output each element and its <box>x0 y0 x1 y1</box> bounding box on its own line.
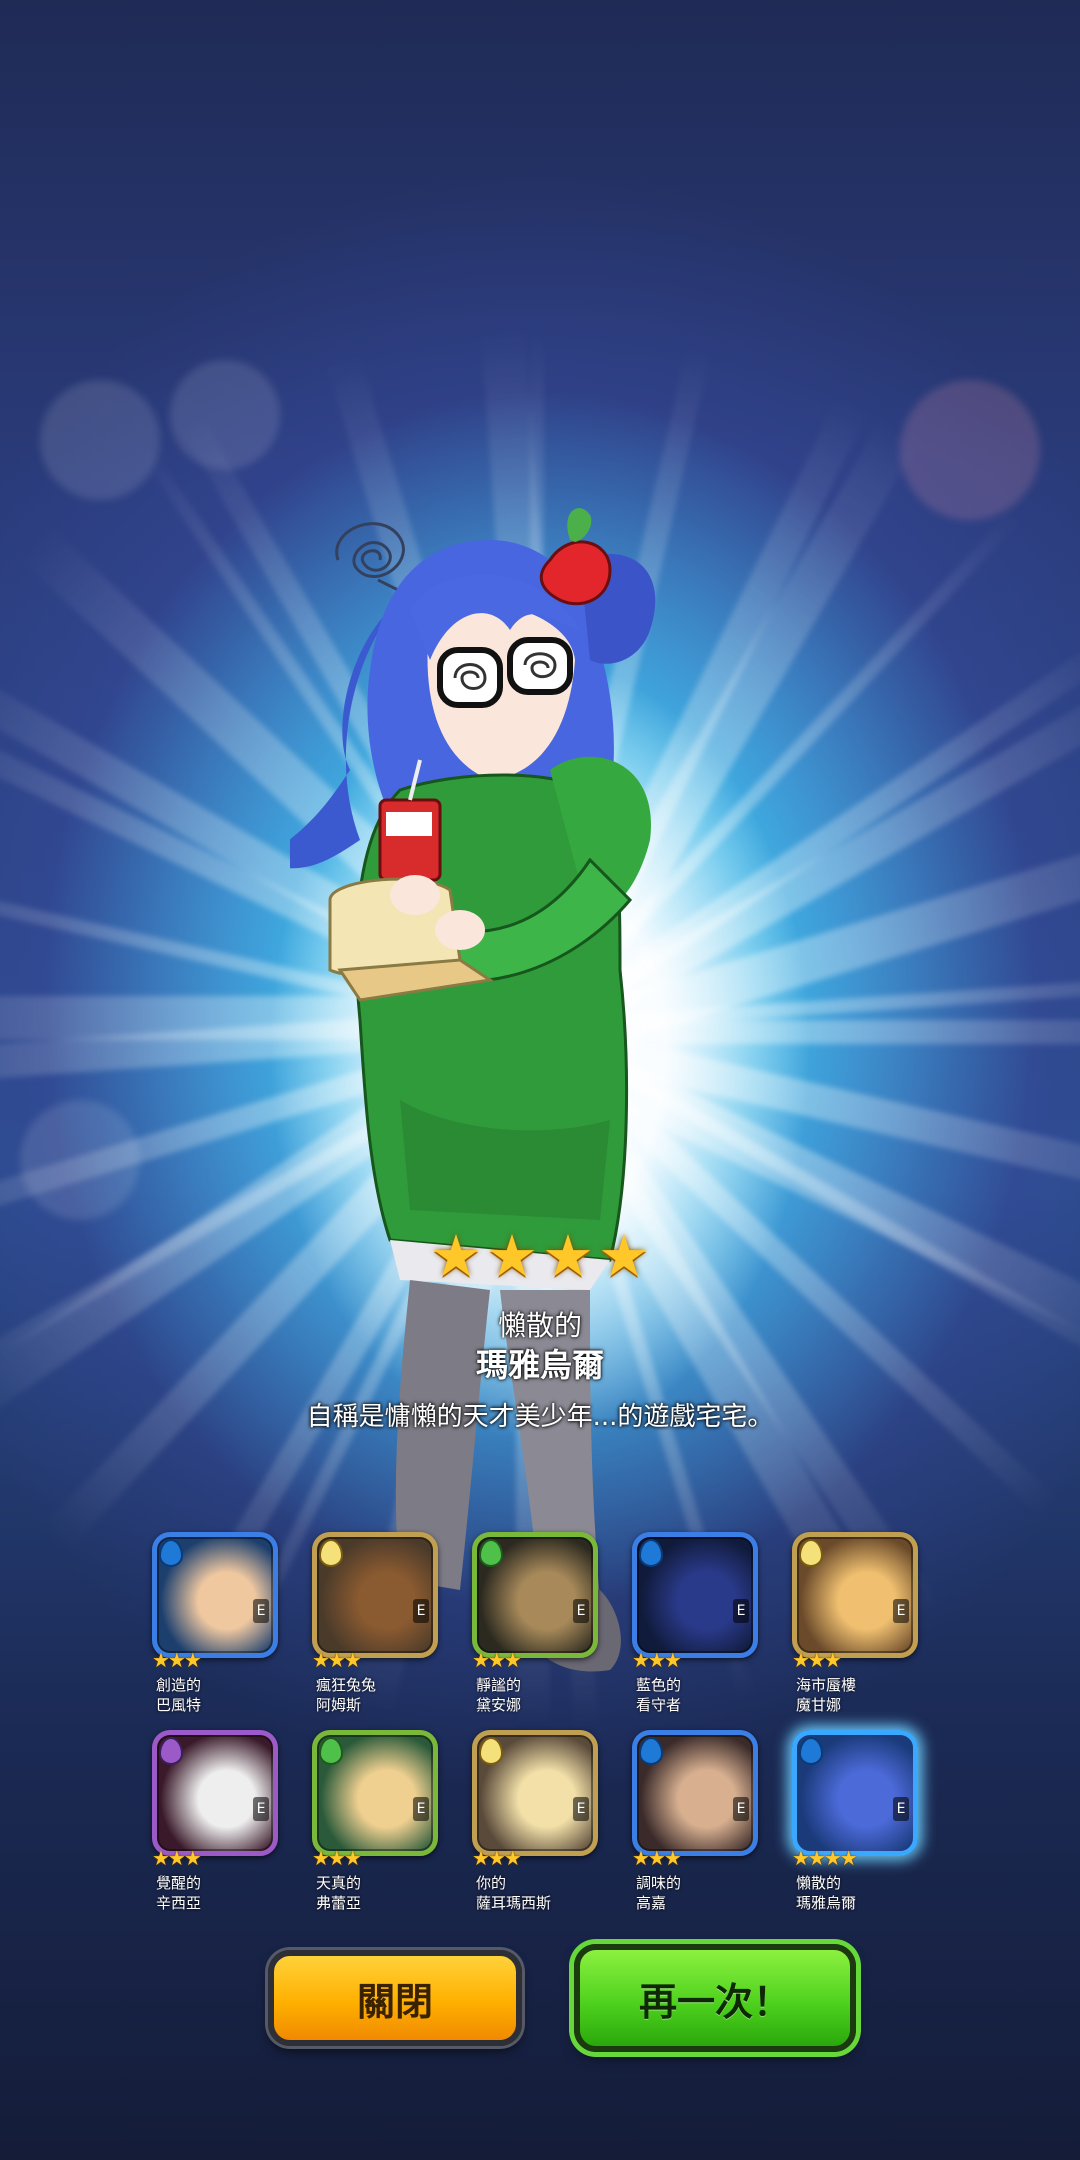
card-name: 薩耳瑪西斯 <box>476 1894 552 1912</box>
card-grade: E <box>893 1599 909 1623</box>
card-stars: ★★★ <box>472 1846 522 1870</box>
water-element-icon <box>639 1737 663 1765</box>
light-element-icon <box>479 1737 503 1765</box>
rarity-star-icon: ★ <box>430 1222 482 1290</box>
card-name: 魔甘娜 <box>796 1696 842 1714</box>
character-epithet: 懶散的 <box>497 1309 582 1342</box>
card-grade: E <box>733 1797 749 1821</box>
card-portrait: E <box>312 1532 438 1658</box>
card-grade: E <box>893 1797 909 1821</box>
bokeh-light <box>900 380 1040 520</box>
card-epithet: 調味的 <box>636 1874 682 1892</box>
card-epithet: 創造的 <box>156 1676 202 1694</box>
result-card[interactable]: E ★★★ 海市蜃樓魔甘娜 <box>788 1528 922 1728</box>
card-portrait: E <box>472 1730 598 1856</box>
water-element-icon <box>639 1539 663 1567</box>
card-grade: E <box>413 1797 429 1821</box>
nature-element-icon <box>319 1737 343 1765</box>
light-element-icon <box>799 1539 823 1567</box>
rarity-star-icon: ★ <box>598 1222 650 1290</box>
card-grade: E <box>733 1599 749 1623</box>
card-stars: ★★★ <box>312 1648 362 1672</box>
card-name: 巴風特 <box>156 1696 202 1714</box>
card-name: 黛安娜 <box>476 1696 522 1714</box>
card-epithet: 瘋狂兔兔 <box>316 1676 377 1694</box>
result-card[interactable]: E ★★★★ 懶散的瑪雅烏爾 <box>788 1726 922 1926</box>
card-epithet: 覺醒的 <box>156 1874 202 1892</box>
result-card[interactable]: E ★★★ 瘋狂兔兔阿姆斯 <box>308 1528 442 1728</box>
water-element-icon <box>159 1539 183 1567</box>
bokeh-light <box>40 380 160 500</box>
rarity-star-icon: ★ <box>542 1222 594 1290</box>
card-portrait: E <box>472 1532 598 1658</box>
card-portrait: E <box>312 1730 438 1856</box>
card-portrait: E <box>632 1730 758 1856</box>
card-epithet: 藍色的 <box>636 1676 682 1694</box>
card-stars: ★★★★ <box>792 1846 858 1870</box>
card-name: 瑪雅烏爾 <box>796 1894 857 1912</box>
card-name: 阿姆斯 <box>316 1696 362 1714</box>
card-epithet: 你的 <box>476 1874 507 1892</box>
summon-again-button[interactable]: 再一次！ <box>574 1944 856 2052</box>
result-card[interactable]: E ★★★ 覺醒的辛西亞 <box>148 1726 282 1926</box>
bokeh-light <box>170 360 280 470</box>
light-element-icon <box>319 1539 343 1567</box>
result-card[interactable]: E ★★★ 你的薩耳瑪西斯 <box>468 1726 602 1926</box>
result-card[interactable]: E ★★★ 調味的高嘉 <box>628 1726 762 1926</box>
card-epithet: 懶散的 <box>796 1874 842 1892</box>
bokeh-light <box>20 1100 140 1220</box>
card-epithet: 天真的 <box>316 1874 362 1892</box>
rarity-star-icon: ★ <box>486 1222 538 1290</box>
nature-element-icon <box>479 1539 503 1567</box>
card-portrait: E <box>152 1532 278 1658</box>
card-name: 高嘉 <box>636 1894 667 1912</box>
card-name: 辛西亞 <box>156 1894 202 1912</box>
card-name: 看守者 <box>636 1696 682 1714</box>
character-name: 瑪雅烏爾 <box>475 1346 604 1384</box>
card-epithet: 海市蜃樓 <box>796 1676 857 1694</box>
result-card[interactable]: E ★★★ 天真的弗蕾亞 <box>308 1726 442 1926</box>
card-stars: ★★★ <box>312 1846 362 1870</box>
card-portrait: E <box>792 1730 918 1856</box>
card-portrait: E <box>152 1730 278 1856</box>
result-card[interactable]: E ★★★ 藍色的看守者 <box>628 1528 762 1728</box>
card-grade: E <box>573 1797 589 1821</box>
card-grade: E <box>413 1599 429 1623</box>
result-card[interactable]: E ★★★ 靜謐的黛安娜 <box>468 1528 602 1728</box>
dark-element-icon <box>159 1737 183 1765</box>
water-element-icon <box>799 1737 823 1765</box>
card-portrait: E <box>632 1532 758 1658</box>
card-grade: E <box>253 1599 269 1623</box>
card-grade: E <box>253 1797 269 1821</box>
card-stars: ★★★ <box>152 1648 202 1672</box>
card-epithet: 靜謐的 <box>476 1676 522 1694</box>
character-description: 自稱是慵懶的天才美少年...的遊戲宅宅。 <box>306 1402 774 1432</box>
close-button[interactable]: 關閉 <box>268 1950 522 2046</box>
card-stars: ★★★ <box>632 1846 682 1870</box>
card-grade: E <box>573 1599 589 1623</box>
card-name: 弗蕾亞 <box>316 1894 362 1912</box>
card-stars: ★★★ <box>152 1846 202 1870</box>
card-stars: ★★★ <box>472 1648 522 1672</box>
card-portrait: E <box>792 1532 918 1658</box>
rarity-stars: ★★★★ <box>0 1226 1080 1286</box>
card-stars: ★★★ <box>632 1648 682 1672</box>
card-stars: ★★★ <box>792 1648 842 1672</box>
result-card[interactable]: E ★★★ 創造的巴風特 <box>148 1528 282 1728</box>
